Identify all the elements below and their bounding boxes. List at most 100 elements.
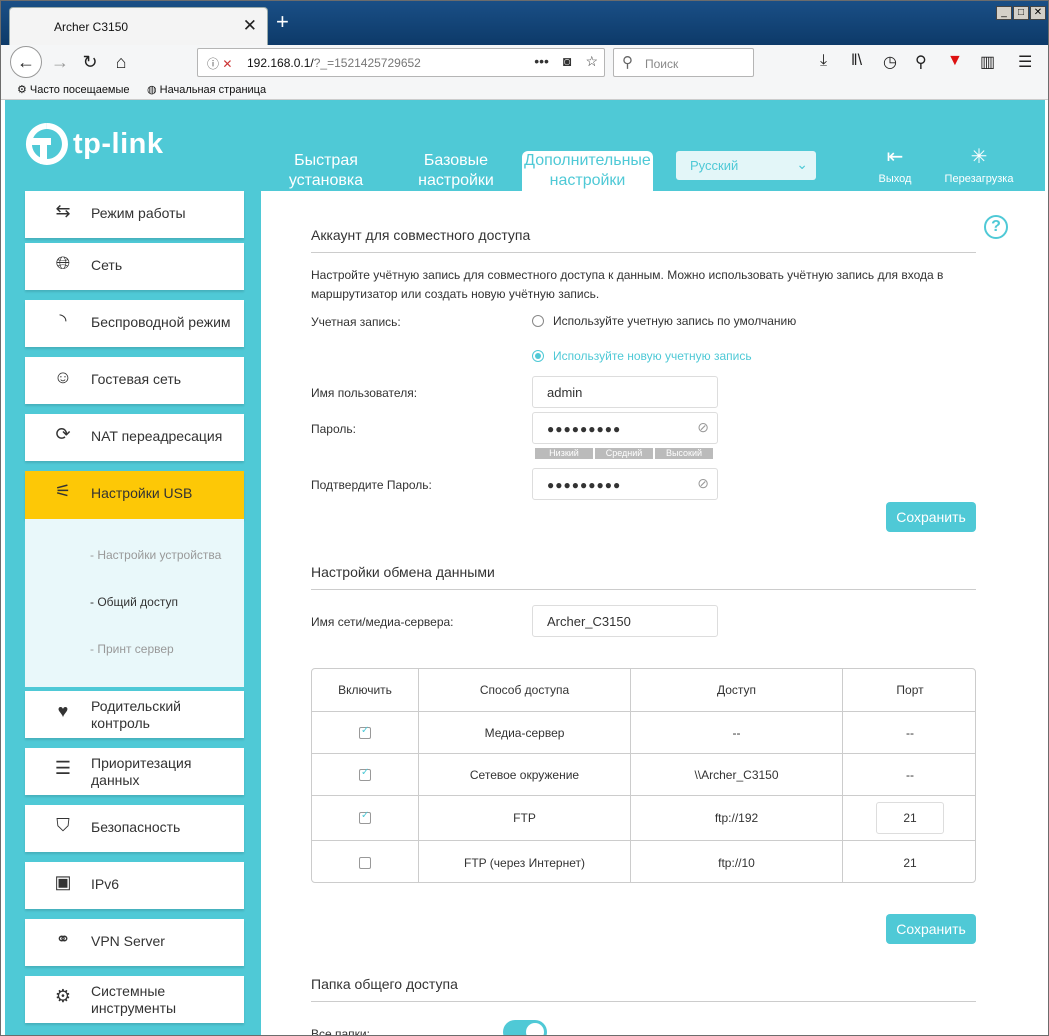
sidebar-item-qos[interactable]: ☰ Приоритезация данных [25,748,244,795]
home-icon[interactable]: ⌂ [105,46,137,78]
language-select[interactable]: Русский ⌄ [676,151,816,180]
sidebar-item-wireless[interactable]: ◝ Беспроводной режим [25,300,244,347]
maximize-icon[interactable]: □ [1013,6,1029,20]
usb-icon: ⚟ [54,481,72,501]
sidebar-item-guest-network[interactable]: ☺ Гостевая сеть [25,357,244,404]
nat-icon: ⟳ [55,424,71,444]
wifi-icon: ◝ [59,310,67,330]
table-row: Сетевое окружение \\Archer_C3150 -- [312,754,975,796]
submenu-device-settings[interactable]: - Настройки устройства [90,548,221,562]
download-icon[interactable]: ⤓ [820,52,827,70]
adblock-shield-icon[interactable]: ▼ [947,52,963,70]
save-exchange-button[interactable]: Сохранить [886,914,976,944]
server-name-input[interactable]: Archer_C3150 [532,605,718,637]
url-bar[interactable]: ⓘ ✕ 192.168.0.1/?_=1521425729652 ••• ◙ ☆ [197,48,605,77]
site-info-icon[interactable]: ⓘ ✕ [207,55,232,72]
users-icon: ☺ [53,367,73,387]
language-value: Русский [690,158,739,173]
all-folders-label: Все папки: [311,1027,370,1036]
strength-low: Низкий [535,448,593,459]
tab-basic-settings[interactable]: Базовые настройки [411,151,501,191]
bookmark-start-page[interactable]: ◍ Начальная страница [147,83,266,96]
col-enable: Включить [312,669,419,711]
account-description: Настройте учётную запись для совместного… [311,268,944,301]
search-icon: ⚲ [622,54,633,71]
submenu-sharing[interactable]: - Общий доступ [90,595,178,609]
col-method: Способ доступа [419,669,631,711]
ftp-port-input[interactable]: 21 [876,802,944,834]
username-input[interactable]: admin [532,376,718,408]
minimize-icon[interactable]: _ [996,6,1012,20]
zoom-icon[interactable]: ⚲ [915,52,927,72]
sidebar-item-system-tools[interactable]: ⚙ Системные инструменты [25,976,244,1023]
hide-password-icon[interactable]: ⊘ [697,419,709,436]
close-tab-icon[interactable]: ✕ [243,16,257,36]
search-bar[interactable]: ⚲ Поиск [613,48,754,77]
confirm-password-input[interactable]: ●●●●●●●●● ⊘ [532,468,718,500]
submenu-print-server[interactable]: - Принт сервер [90,642,174,656]
new-tab-icon[interactable]: + [276,11,289,33]
qos-icon: ☰ [54,758,72,778]
reload-icon[interactable]: ↻ [74,46,106,78]
gear-icon: ⚙ [54,986,72,1006]
radio-circle-selected [532,350,544,362]
reboot-button[interactable]: ✳ Перезагрузка [943,144,1015,185]
sidebar-item-network[interactable]: 🌐︎ Сеть [25,243,244,290]
tab-quick-setup[interactable]: Быстрая установка [287,151,365,191]
content-panel: ? Аккаунт для совместного доступа Настро… [261,191,1045,1036]
sidebar-item-parental-control[interactable]: ♥ Родительский контроль [25,691,244,738]
close-window-icon[interactable]: ✕ [1030,6,1046,20]
table-header-row: Включить Способ доступа Доступ Порт [312,669,975,712]
reboot-icon: ✳ [970,146,988,168]
ipv6-icon: ▣ [54,872,72,892]
more-icon[interactable]: ••• [534,53,549,70]
bookmarks-bar: ⚙ Часто посещаемые ◍ Начальная страница [1,79,1048,100]
col-port: Порт [896,683,924,697]
logout-icon: ⇤ [886,146,904,168]
menu-icon[interactable]: ☰ [1018,52,1032,72]
bookmark-most-visited[interactable]: ⚙ Часто посещаемые [17,83,130,96]
strength-medium: Средний [595,448,653,459]
switch-arrows-icon: ⇆ [55,201,71,221]
enable-checkbox[interactable] [359,725,371,739]
tab-advanced-settings[interactable]: Дополнительные настройки [522,151,653,191]
tab-title: Archer C3150 [54,20,129,34]
sidebar-item-usb[interactable]: ⚟ Настройки USB [25,471,244,519]
history-icon[interactable]: ◷ [883,52,897,72]
password-label: Пароль: [311,422,356,436]
bookmark-star-icon[interactable]: ☆ [585,53,598,70]
sidebar-toggle-icon[interactable]: ▥ [980,52,995,72]
browser-tab[interactable]: Archer C3150 ✕ [9,7,268,45]
enable-checkbox[interactable] [359,856,371,869]
hide-confirm-icon[interactable]: ⊘ [697,475,709,492]
all-folders-toggle[interactable] [503,1020,547,1035]
radio-new-account[interactable]: Используйте новую учетную запись [532,349,752,363]
sidebar-item-nat[interactable]: ⟳ NAT переадресация [25,414,244,461]
section-title-shared-folder: Папка общего доступа [311,976,976,1002]
sidebar-item-operation-mode[interactable]: ⇆ Режим работы [25,191,244,238]
pocket-icon[interactable]: ◙ [563,53,571,70]
library-icon[interactable]: ‖\ [851,52,862,70]
router-page: tp-link Быстрая установка Базовые настройк… [5,100,1045,1036]
col-access: Доступ [631,669,843,711]
table-row: Медиа-сервер -- -- [312,712,975,754]
sidebar-item-security[interactable]: ⛉ Безопасность [25,805,244,852]
navigation-bar: ← → ↻ ⌂ ⓘ ✕ 192.168.0.1/?_=1521425729652… [1,45,1048,79]
link-icon: ⚭ [55,929,71,949]
enable-checkbox[interactable] [359,767,371,781]
logout-button[interactable]: ⇤ Выход [875,144,915,185]
help-icon[interactable]: ? [984,215,1008,239]
window-controls: _ □ ✕ [996,6,1046,20]
browser-window: Archer C3150 ✕ + _ □ ✕ ← → ↻ ⌂ ⓘ ✕ 192.1… [0,0,1049,1036]
radio-default-account[interactable]: Используйте учетную запись по умолчанию [532,314,796,328]
url-text: 192.168.0.1/?_=1521425729652 [247,56,421,70]
globe-icon: 🌐︎ [55,253,71,273]
forward-icon[interactable]: → [44,46,76,78]
password-input[interactable]: ●●●●●●●●● ⊘ [532,412,718,444]
sidebar-item-ipv6[interactable]: ▣ IPv6 [25,862,244,909]
sidebar-item-vpn[interactable]: ⚭ VPN Server [25,919,244,966]
enable-checkbox[interactable] [359,810,371,824]
save-account-button[interactable]: Сохранить [886,502,976,532]
back-icon[interactable]: ← [10,46,42,78]
sidebar: ⇆ Режим работы 🌐︎ Сеть ◝ Беспроводной ре… [25,191,244,1035]
